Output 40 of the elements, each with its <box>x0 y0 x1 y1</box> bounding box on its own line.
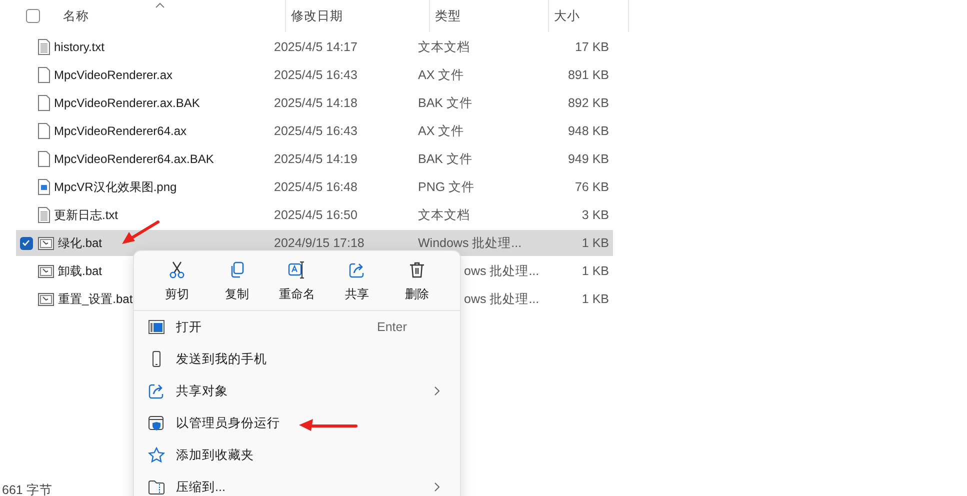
file-size: 1 KB <box>582 236 609 250</box>
file-name: 绿化.bat <box>58 234 102 252</box>
file-type: AX 文件 <box>418 124 464 138</box>
file-size: 891 KB <box>568 68 609 82</box>
file-name: MpcVideoRenderer.ax.BAK <box>54 96 200 110</box>
file-type: Windows 批处理... <box>418 236 522 250</box>
file-name: 重置_设置.bat <box>58 290 133 308</box>
file-size: 1 KB <box>582 292 609 306</box>
modified-date: 2025/4/5 16:43 <box>274 68 358 82</box>
file-size: 3 KB <box>582 208 609 222</box>
file-type: ows 批处理... <box>464 292 540 306</box>
shortcut-hint: Enter <box>377 320 407 334</box>
file-type: BAK 文件 <box>418 96 472 110</box>
file-type: ows 批处理... <box>464 264 540 278</box>
file-type: AX 文件 <box>418 68 464 82</box>
modified-date: 2025/4/5 14:19 <box>274 152 358 166</box>
file-name: 更新日志.txt <box>54 206 118 224</box>
file-size: 949 KB <box>568 152 609 166</box>
file-type: 文本文档 <box>418 40 470 54</box>
file-name: MpcVideoRenderer64.ax <box>54 124 187 138</box>
file-type: PNG 文件 <box>418 180 475 194</box>
modified-date: 2025/4/5 16:43 <box>274 124 358 138</box>
file-name: history.txt <box>54 40 104 54</box>
file-name: MpcVideoRenderer64.ax.BAK <box>54 152 214 166</box>
status-text: 661 字节 <box>2 483 52 496</box>
file-size: 948 KB <box>568 124 609 138</box>
file-name: 卸载.bat <box>58 262 102 280</box>
modified-date: 2025/4/5 14:17 <box>274 40 358 54</box>
modified-date: 2024/9/15 17:18 <box>274 236 364 250</box>
file-size: 892 KB <box>568 96 609 110</box>
modified-date: 2025/4/5 16:48 <box>274 180 358 194</box>
modified-date: 2025/4/5 14:18 <box>274 96 358 110</box>
file-type: 文本文档 <box>418 208 470 222</box>
file-size: 76 KB <box>574 180 609 194</box>
file-name: MpcVR汉化效果图.png <box>54 178 177 196</box>
file-type: BAK 文件 <box>418 152 472 166</box>
file-size: 17 KB <box>574 40 609 54</box>
modified-date: 2025/4/5 16:50 <box>274 208 358 222</box>
file-size: 1 KB <box>582 264 609 278</box>
file-name: MpcVideoRenderer.ax <box>54 68 173 82</box>
